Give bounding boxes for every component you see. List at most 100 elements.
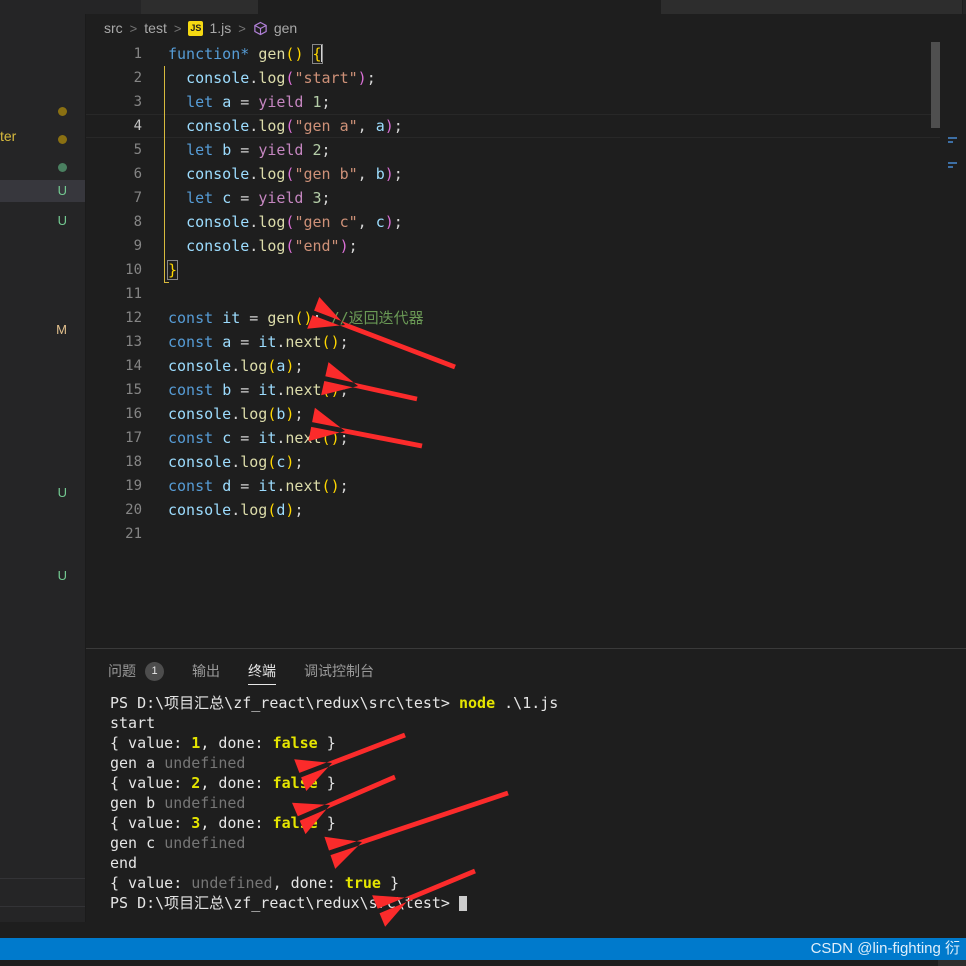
breadcrumb-item-src[interactable]: src: [104, 20, 123, 36]
code-line[interactable]: 20 console.log(d);: [86, 498, 966, 522]
terminal-cursor: [459, 896, 467, 911]
code-line-text: const d = it.next();: [168, 477, 349, 495]
explorer-file-row[interactable]: [0, 156, 85, 178]
panel-tab-label: 调试控制台: [304, 663, 374, 679]
problems-count-badge: 1: [145, 661, 164, 681]
panel-tab-bar[interactable]: 问题 1 输出 终端 调试控制台: [86, 649, 966, 693]
code-line[interactable]: 12 const it = gen(); //返回迭代器: [86, 306, 966, 330]
panel-tab-3[interactable]: 调试控制台: [304, 649, 374, 693]
code-line[interactable]: 3 let a = yield 1;: [86, 90, 966, 114]
code-line[interactable]: 21: [86, 522, 966, 546]
terminal-line: PS D:\项目汇总\zf_react\redux\src\test> node…: [110, 694, 559, 712]
terminal-output[interactable]: PS D:\项目汇总\zf_react\redux\src\test> node…: [86, 693, 966, 923]
code-line-text: console.log(c);: [168, 453, 304, 471]
text-cursor: [320, 45, 322, 62]
line-number: 20: [125, 502, 142, 518]
code-line-text: console.log(a);: [168, 357, 304, 375]
git-status-dot-icon: [58, 163, 67, 172]
sidebar-divider: [0, 878, 85, 879]
code-line[interactable]: 19 const d = it.next();: [86, 474, 966, 498]
code-line[interactable]: 1 function* gen() {: [86, 42, 966, 66]
code-line-text: function* gen() {: [168, 44, 323, 64]
git-status-badge: U: [57, 485, 67, 500]
code-line[interactable]: 17 const c = it.next();: [86, 426, 966, 450]
editor-tab-strip[interactable]: [0, 0, 966, 14]
panel-tab-2[interactable]: 终端: [248, 649, 276, 693]
line-number: 21: [125, 526, 142, 542]
code-line[interactable]: 11: [86, 282, 966, 306]
line-number: 12: [125, 310, 142, 326]
code-line[interactable]: 9 console.log("end");: [86, 234, 966, 258]
code-line-text: console.log("gen c", c);: [186, 213, 403, 231]
explorer-file-row[interactable]: U: [0, 180, 85, 202]
line-number: 11: [125, 286, 142, 302]
explorer-file-row[interactable]: [0, 128, 85, 150]
editor-area: src > test > JS 1.js > gen 1 function* ge…: [86, 14, 966, 648]
git-status-badge: U: [57, 183, 67, 198]
breadcrumb-item-file[interactable]: 1.js: [209, 20, 231, 36]
editor-scrollbar[interactable]: [931, 42, 940, 128]
bottom-edge: [0, 960, 966, 966]
explorer-file-row[interactable]: U: [0, 210, 85, 232]
terminal-line: { value: 1, done: false }: [110, 734, 336, 752]
code-line[interactable]: 5 let b = yield 2;: [86, 138, 966, 162]
code-line-text: const b = it.next();: [168, 381, 349, 399]
terminal-line: start: [110, 714, 156, 732]
code-line-text: console.log(b);: [168, 405, 304, 423]
code-line-text: const c = it.next();: [168, 429, 349, 447]
editor-tab-0[interactable]: [141, 0, 259, 14]
explorer-sidebar[interactable]: ter UUMUU: [0, 14, 86, 922]
editor-minimap[interactable]: [940, 42, 966, 648]
code-line[interactable]: 14 console.log(a);: [86, 354, 966, 378]
js-file-icon: JS: [188, 20, 204, 36]
terminal-line: end: [110, 854, 138, 872]
explorer-file-row[interactable]: [0, 100, 85, 122]
code-line[interactable]: 10}: [86, 258, 966, 282]
code-line[interactable]: 8 console.log("gen c", c);: [86, 210, 966, 234]
line-number: 3: [133, 94, 142, 110]
editor-tab-1[interactable]: [259, 0, 661, 14]
panel-tab-0[interactable]: 问题 1: [108, 649, 164, 693]
bottom-panel: 问题 1 输出 终端 调试控制台 PS D:\项目汇总\zf_react\redux\s…: [86, 648, 966, 923]
terminal-line: { value: 2, done: false }: [110, 774, 336, 792]
code-line[interactable]: 4 console.log("gen a", a);: [86, 114, 966, 138]
line-number: 8: [133, 214, 142, 230]
code-line[interactable]: 2 console.log("start");: [86, 66, 966, 90]
code-line-text: console.log("start");: [186, 69, 376, 87]
explorer-file-row[interactable]: U: [0, 565, 85, 587]
sidebar-divider: [0, 906, 85, 907]
breadcrumb-item-test[interactable]: test: [144, 20, 167, 36]
code-line[interactable]: 6 console.log("gen b", b);: [86, 162, 966, 186]
line-number: 5: [133, 142, 142, 158]
cube-icon: [253, 21, 268, 36]
code-line[interactable]: 16 console.log(b);: [86, 402, 966, 426]
line-number: 1: [133, 46, 142, 62]
git-status-dot-icon: [58, 107, 67, 116]
breadcrumb[interactable]: src > test > JS 1.js > gen: [86, 14, 966, 42]
breadcrumb-separator: >: [238, 20, 246, 36]
code-content[interactable]: 1 function* gen() {2 console.log("start")…: [86, 42, 966, 648]
code-line-text: console.log("gen b", b);: [186, 165, 403, 183]
terminal-line: { value: 3, done: false }: [110, 814, 336, 832]
breadcrumb-separator: >: [129, 20, 138, 36]
code-line-text: let c = yield 3;: [186, 189, 331, 207]
breadcrumb-item-symbol[interactable]: gen: [274, 20, 297, 36]
editor-tab-2[interactable]: [661, 0, 963, 14]
explorer-file-row[interactable]: U: [0, 482, 85, 504]
git-status-badge: M: [56, 322, 67, 337]
terminal-line: gen c undefined: [110, 834, 246, 852]
terminal-line: gen a undefined: [110, 754, 246, 772]
code-line[interactable]: 7 let c = yield 3;: [86, 186, 966, 210]
code-line-text: console.log("gen a", a);: [186, 117, 403, 135]
line-number: 18: [125, 454, 142, 470]
explorer-file-row[interactable]: M: [0, 319, 85, 341]
code-line[interactable]: 18 console.log(c);: [86, 450, 966, 474]
panel-tab-1[interactable]: 输出: [192, 649, 220, 693]
code-line[interactable]: 15 const b = it.next();: [86, 378, 966, 402]
terminal-line: { value: undefined, done: true }: [110, 874, 399, 892]
line-number: 13: [125, 334, 142, 350]
git-status-dot-icon: [58, 135, 67, 144]
code-line[interactable]: 13 const a = it.next();: [86, 330, 966, 354]
code-line-text: let b = yield 2;: [186, 141, 331, 159]
line-number: 7: [133, 190, 142, 206]
